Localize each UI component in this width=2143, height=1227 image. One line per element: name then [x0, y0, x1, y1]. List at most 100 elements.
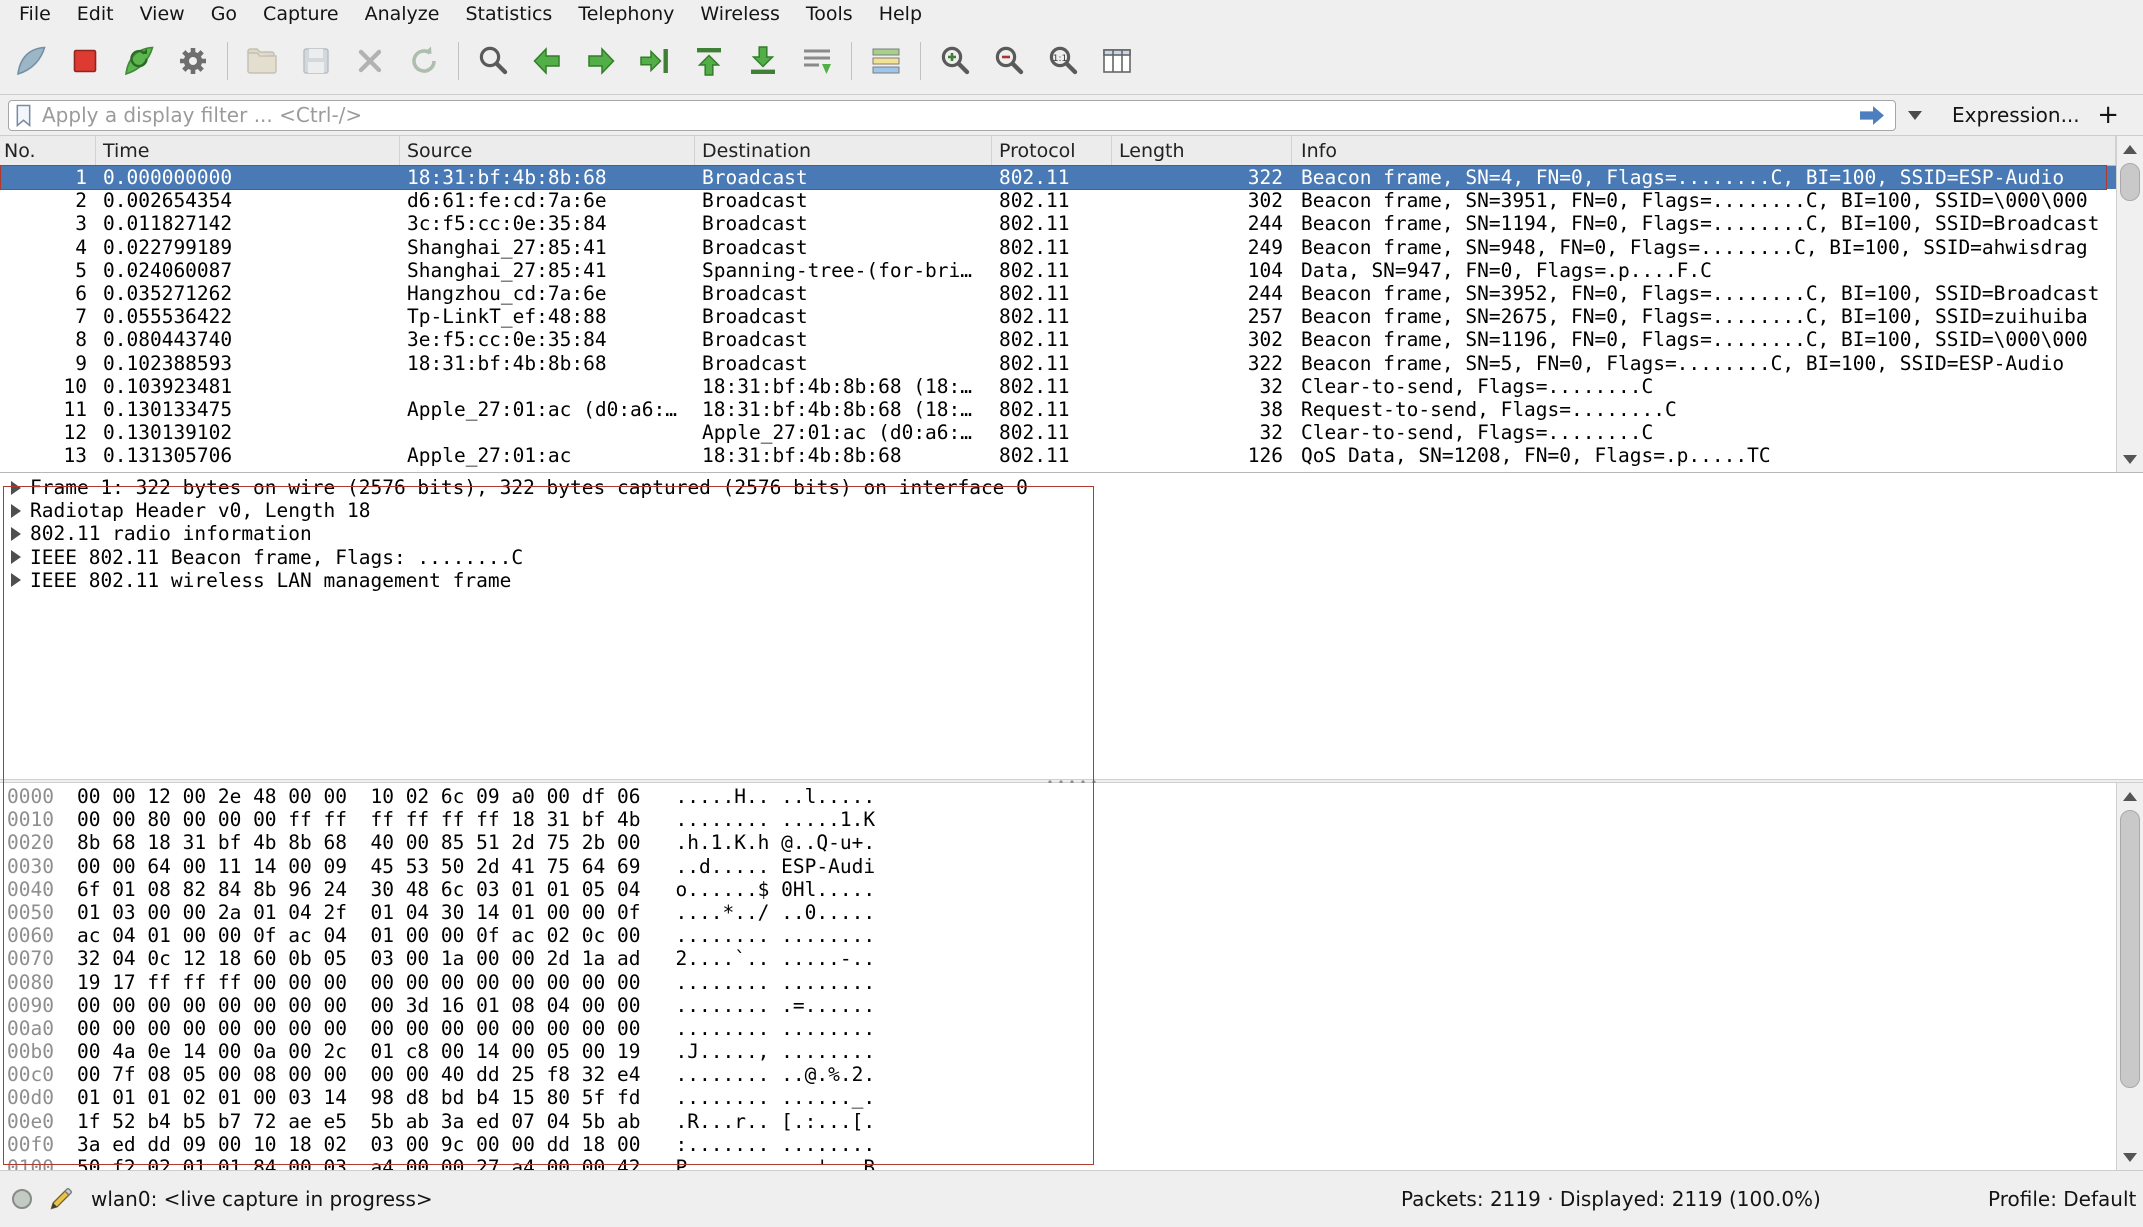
zoom-in-button[interactable] [930, 35, 980, 87]
hex-offset: 0060 [0, 924, 54, 947]
detail-tree-item[interactable]: 802.11 radio information [0, 522, 2143, 545]
menu-file[interactable]: File [6, 0, 64, 27]
auto-scroll-icon [799, 43, 835, 79]
packet-row-6[interactable]: 60.035271262Hangzhou_cd:7a:6eBroadcast80… [0, 282, 2116, 305]
reload-file-button[interactable] [399, 35, 449, 87]
expander-icon[interactable] [11, 527, 21, 541]
packet-row-4[interactable]: 40.022799189Shanghai_27:85:41Broadcast80… [0, 236, 2116, 259]
capture-comment-icon[interactable] [47, 1186, 74, 1213]
profile-button[interactable]: Profile: Default [1988, 1187, 2136, 1211]
hex-line[interactable]: 001000 00 80 00 00 00 ff ff ff ff ff ff … [0, 808, 2116, 831]
menu-help[interactable]: Help [866, 0, 935, 27]
filter-add-button[interactable]: + [2097, 100, 2119, 130]
column-header-no[interactable]: No. [0, 136, 96, 165]
hex-line[interactable]: 00208b 68 18 31 bf 4b 8b 68 40 00 85 51 … [0, 831, 2116, 854]
zoom-out-button[interactable] [984, 35, 1034, 87]
hex-line[interactable]: 0060ac 04 01 00 00 0f ac 04 01 00 00 0f … [0, 924, 2116, 947]
colorize-button[interactable] [861, 35, 911, 87]
expander-icon[interactable] [11, 573, 21, 587]
hex-line[interactable]: 010050 f2 02 01 01 84 00 03 a4 00 00 27 … [0, 1156, 2116, 1170]
packet-row-11[interactable]: 110.130133475Apple_27:01:ac (d0:a6:…18:3… [0, 398, 2116, 421]
hex-line[interactable]: 00b000 4a 0e 14 00 0a 00 2c 01 c8 00 14 … [0, 1040, 2116, 1063]
hex-line[interactable]: 008019 17 ff ff ff 00 00 00 00 00 00 00 … [0, 971, 2116, 994]
hex-line[interactable]: 00f03a ed dd 09 00 10 18 02 03 00 9c 00 … [0, 1133, 2116, 1156]
packet-row-10[interactable]: 100.10392348118:31:bf:4b:8b:68 (18:…802.… [0, 375, 2116, 398]
restart-capture-button[interactable] [114, 35, 164, 87]
hex-line[interactable]: 00406f 01 08 82 84 8b 96 24 30 48 6c 03 … [0, 878, 2116, 901]
column-header-protocol[interactable]: Protocol [992, 136, 1112, 165]
auto-scroll-button[interactable] [792, 35, 842, 87]
go-first-button[interactable] [684, 35, 734, 87]
start-capture-button[interactable] [6, 35, 56, 87]
close-file-button[interactable] [345, 35, 395, 87]
packet-row-7[interactable]: 70.055536422Tp-LinkT_ef:48:88Broadcast80… [0, 305, 2116, 328]
menu-go[interactable]: Go [198, 0, 250, 27]
detail-tree-item[interactable]: Frame 1: 322 bytes on wire (2576 bits), … [0, 476, 2143, 499]
hex-line[interactable]: 003000 00 64 00 11 14 00 09 45 53 50 2d … [0, 855, 2116, 878]
expander-icon[interactable] [11, 504, 21, 518]
scroll-up-button[interactable] [2117, 783, 2143, 809]
filter-apply-icon[interactable] [1856, 103, 1888, 128]
resize-columns-button[interactable] [1092, 35, 1142, 87]
packet-row-5[interactable]: 50.024060087Shanghai_27:85:41Spanning-tr… [0, 259, 2116, 282]
hex-line[interactable]: 005001 03 00 00 2a 01 04 2f 01 04 30 14 … [0, 901, 2116, 924]
column-header-destination[interactable]: Destination [695, 136, 992, 165]
hex-scrollbar[interactable] [2116, 783, 2143, 1170]
hex-bytes: 00 4a 0e 14 00 0a 00 2c 01 c8 00 14 00 0… [54, 1040, 641, 1063]
menu-statistics[interactable]: Statistics [452, 0, 565, 27]
go-back-icon [529, 43, 565, 79]
menu-telephony[interactable]: Telephony [565, 0, 687, 27]
detail-tree-item[interactable]: Radiotap Header v0, Length 18 [0, 499, 2143, 522]
column-header-source[interactable]: Source [400, 136, 695, 165]
menu-wireless[interactable]: Wireless [687, 0, 793, 27]
packet-row-13[interactable]: 130.131305706Apple_27:01:ac18:31:bf:4b:8… [0, 444, 2116, 467]
detail-tree-item[interactable]: IEEE 802.11 Beacon frame, Flags: .......… [0, 546, 2143, 569]
hex-line[interactable]: 00d001 01 01 02 01 00 03 14 98 d8 bd b4 … [0, 1086, 2116, 1109]
expression-button[interactable]: Expression... [1952, 103, 2080, 127]
filter-dropdown-button[interactable] [1901, 100, 1928, 131]
expander-icon[interactable] [11, 550, 21, 564]
menu-analyze[interactable]: Analyze [352, 0, 453, 27]
column-header-length[interactable]: Length [1112, 136, 1292, 165]
filter-bookmark-icon[interactable] [14, 103, 33, 128]
save-file-button[interactable] [291, 35, 341, 87]
packet-row-3[interactable]: 30.0118271423c:f5:cc:0e:35:84Broadcast80… [0, 212, 2116, 235]
go-forward-button[interactable] [576, 35, 626, 87]
scroll-down-button[interactable] [2117, 1144, 2143, 1170]
packet-row-1[interactable]: 10.00000000018:31:bf:4b:8b:68Broadcast80… [0, 166, 2116, 189]
column-header-info[interactable]: Info [1292, 136, 2116, 165]
hex-line[interactable]: 007032 04 0c 12 18 60 0b 05 03 00 1a 00 … [0, 947, 2116, 970]
expander-icon[interactable] [11, 481, 21, 495]
hex-bytes: 00 00 00 00 00 00 00 00 00 00 00 00 00 0… [54, 1017, 641, 1040]
hex-line[interactable]: 00c000 7f 08 05 00 08 00 00 00 00 40 dd … [0, 1063, 2116, 1086]
menu-tools[interactable]: Tools [793, 0, 866, 27]
packet-row-8[interactable]: 80.0804437403e:f5:cc:0e:35:84Broadcast80… [0, 328, 2116, 351]
column-header-time[interactable]: Time [96, 136, 400, 165]
packet-list-scrollbar[interactable] [2116, 136, 2143, 472]
menu-edit[interactable]: Edit [64, 0, 127, 27]
go-to-packet-button[interactable] [630, 35, 680, 87]
packet-row-12[interactable]: 120.130139102Apple_27:01:ac (d0:a6:…802.… [0, 421, 2116, 444]
hex-line[interactable]: 00a000 00 00 00 00 00 00 00 00 00 00 00 … [0, 1017, 2116, 1040]
open-file-button[interactable] [237, 35, 287, 87]
zoom-original-button[interactable]: 1:1 [1038, 35, 1088, 87]
packet-row-2[interactable]: 20.002654354d6:61:fe:cd:7a:6eBroadcast80… [0, 189, 2116, 212]
scroll-down-button[interactable] [2117, 446, 2143, 472]
scroll-up-button[interactable] [2117, 136, 2143, 162]
stop-capture-button[interactable] [60, 35, 110, 87]
display-filter-input[interactable] [42, 103, 1856, 127]
packet-row-9[interactable]: 90.10238859318:31:bf:4b:8b:68Broadcast80… [0, 352, 2116, 375]
scroll-thumb[interactable] [2120, 810, 2140, 1088]
hex-line[interactable]: 000000 00 12 00 2e 48 00 00 10 02 6c 09 … [0, 785, 2116, 808]
expert-info-icon[interactable] [12, 1189, 32, 1209]
menu-capture[interactable]: Capture [250, 0, 352, 27]
hex-line[interactable]: 00e01f 52 b4 b5 b7 72 ae e5 5b ab 3a ed … [0, 1110, 2116, 1133]
go-back-button[interactable] [522, 35, 572, 87]
detail-tree-item[interactable]: IEEE 802.11 wireless LAN management fram… [0, 569, 2143, 592]
go-last-button[interactable] [738, 35, 788, 87]
find-packet-button[interactable] [468, 35, 518, 87]
scroll-thumb[interactable] [2120, 163, 2140, 201]
menu-view[interactable]: View [127, 0, 198, 27]
hex-line[interactable]: 009000 00 00 00 00 00 00 00 00 3d 16 01 … [0, 994, 2116, 1017]
capture-options-button[interactable] [168, 35, 218, 87]
